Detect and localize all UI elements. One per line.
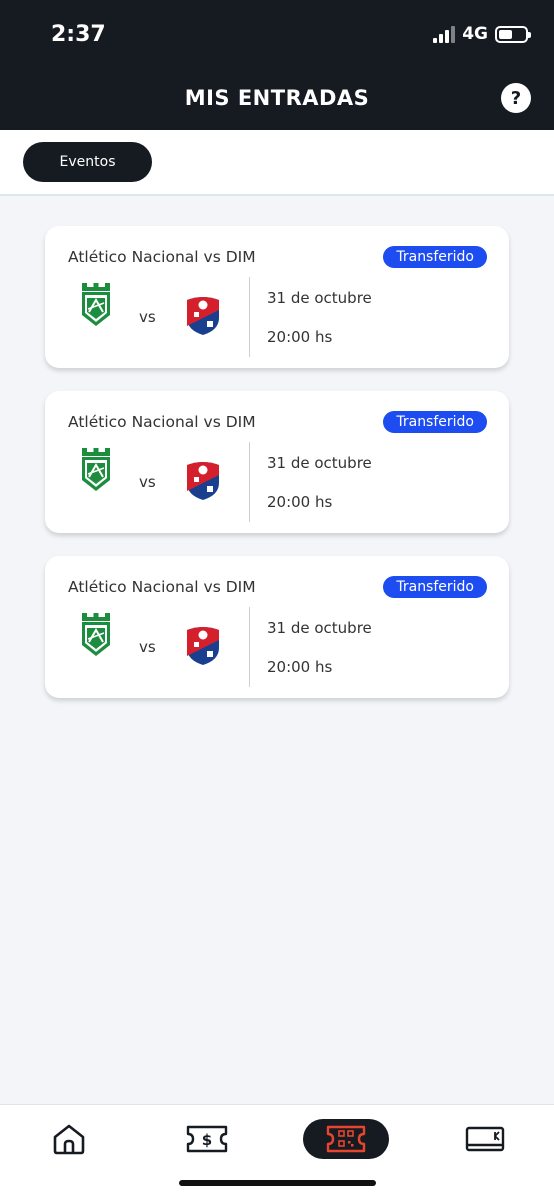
nacional-crest-icon <box>82 613 110 656</box>
card-divider <box>249 442 250 522</box>
dim-crest-icon <box>187 297 219 335</box>
help-button[interactable]: ? <box>501 83 531 113</box>
status-badge: Transferido <box>383 246 487 268</box>
event-date: 31 de octubre <box>267 289 372 307</box>
nacional-crest-icon <box>82 448 110 491</box>
dim-crest-icon <box>187 462 219 500</box>
ticket-card[interactable]: Atlético Nacional vs DIM Transferido vs … <box>45 391 509 533</box>
ticket-card[interactable]: Atlético Nacional vs DIM Transferido vs … <box>45 226 509 368</box>
event-time: 20:00 hs <box>267 658 333 676</box>
qr-ticket-icon <box>326 1125 366 1153</box>
money-ticket-icon: $ <box>186 1125 228 1153</box>
nav-tickets-button[interactable] <box>303 1119 389 1159</box>
signal-icon <box>433 25 456 43</box>
filter-events-button[interactable]: Eventos <box>23 142 152 182</box>
filter-bar: Eventos <box>0 130 554 196</box>
match-title: Atlético Nacional vs DIM <box>68 248 256 266</box>
nav-card-button[interactable] <box>463 1119 507 1159</box>
card-icon <box>465 1126 505 1152</box>
nav-home-button[interactable] <box>48 1119 90 1159</box>
svg-text:$: $ <box>202 1131 212 1149</box>
card-divider <box>249 277 250 357</box>
dim-crest-icon <box>187 627 219 665</box>
status-badge: Transferido <box>383 411 487 433</box>
match-title: Atlético Nacional vs DIM <box>68 578 256 596</box>
app-header: 2:37 4G MIS ENTRADAS ? <box>0 0 554 130</box>
vs-label: vs <box>139 308 156 326</box>
home-indicator <box>179 1180 376 1186</box>
event-time: 20:00 hs <box>267 493 333 511</box>
status-badge: Transferido <box>383 576 487 598</box>
nacional-crest-icon <box>82 283 110 326</box>
ticket-card[interactable]: Atlético Nacional vs DIM Transferido vs … <box>45 556 509 698</box>
event-date: 31 de octubre <box>267 619 372 637</box>
vs-label: vs <box>139 638 156 656</box>
nav-wallet-button[interactable]: $ <box>183 1119 231 1159</box>
page-title: MIS ENTRADAS <box>184 86 370 110</box>
ticket-list: Atlético Nacional vs DIM Transferido vs … <box>45 226 509 721</box>
network-label: 4G <box>462 24 488 44</box>
match-title: Atlético Nacional vs DIM <box>68 413 256 431</box>
card-divider <box>249 607 250 687</box>
status-time: 2:37 <box>51 22 106 47</box>
home-icon <box>53 1124 85 1155</box>
status-indicators: 4G <box>433 24 531 44</box>
vs-label: vs <box>139 473 156 491</box>
battery-icon <box>495 25 531 43</box>
event-date: 31 de octubre <box>267 454 372 472</box>
event-time: 20:00 hs <box>267 328 333 346</box>
